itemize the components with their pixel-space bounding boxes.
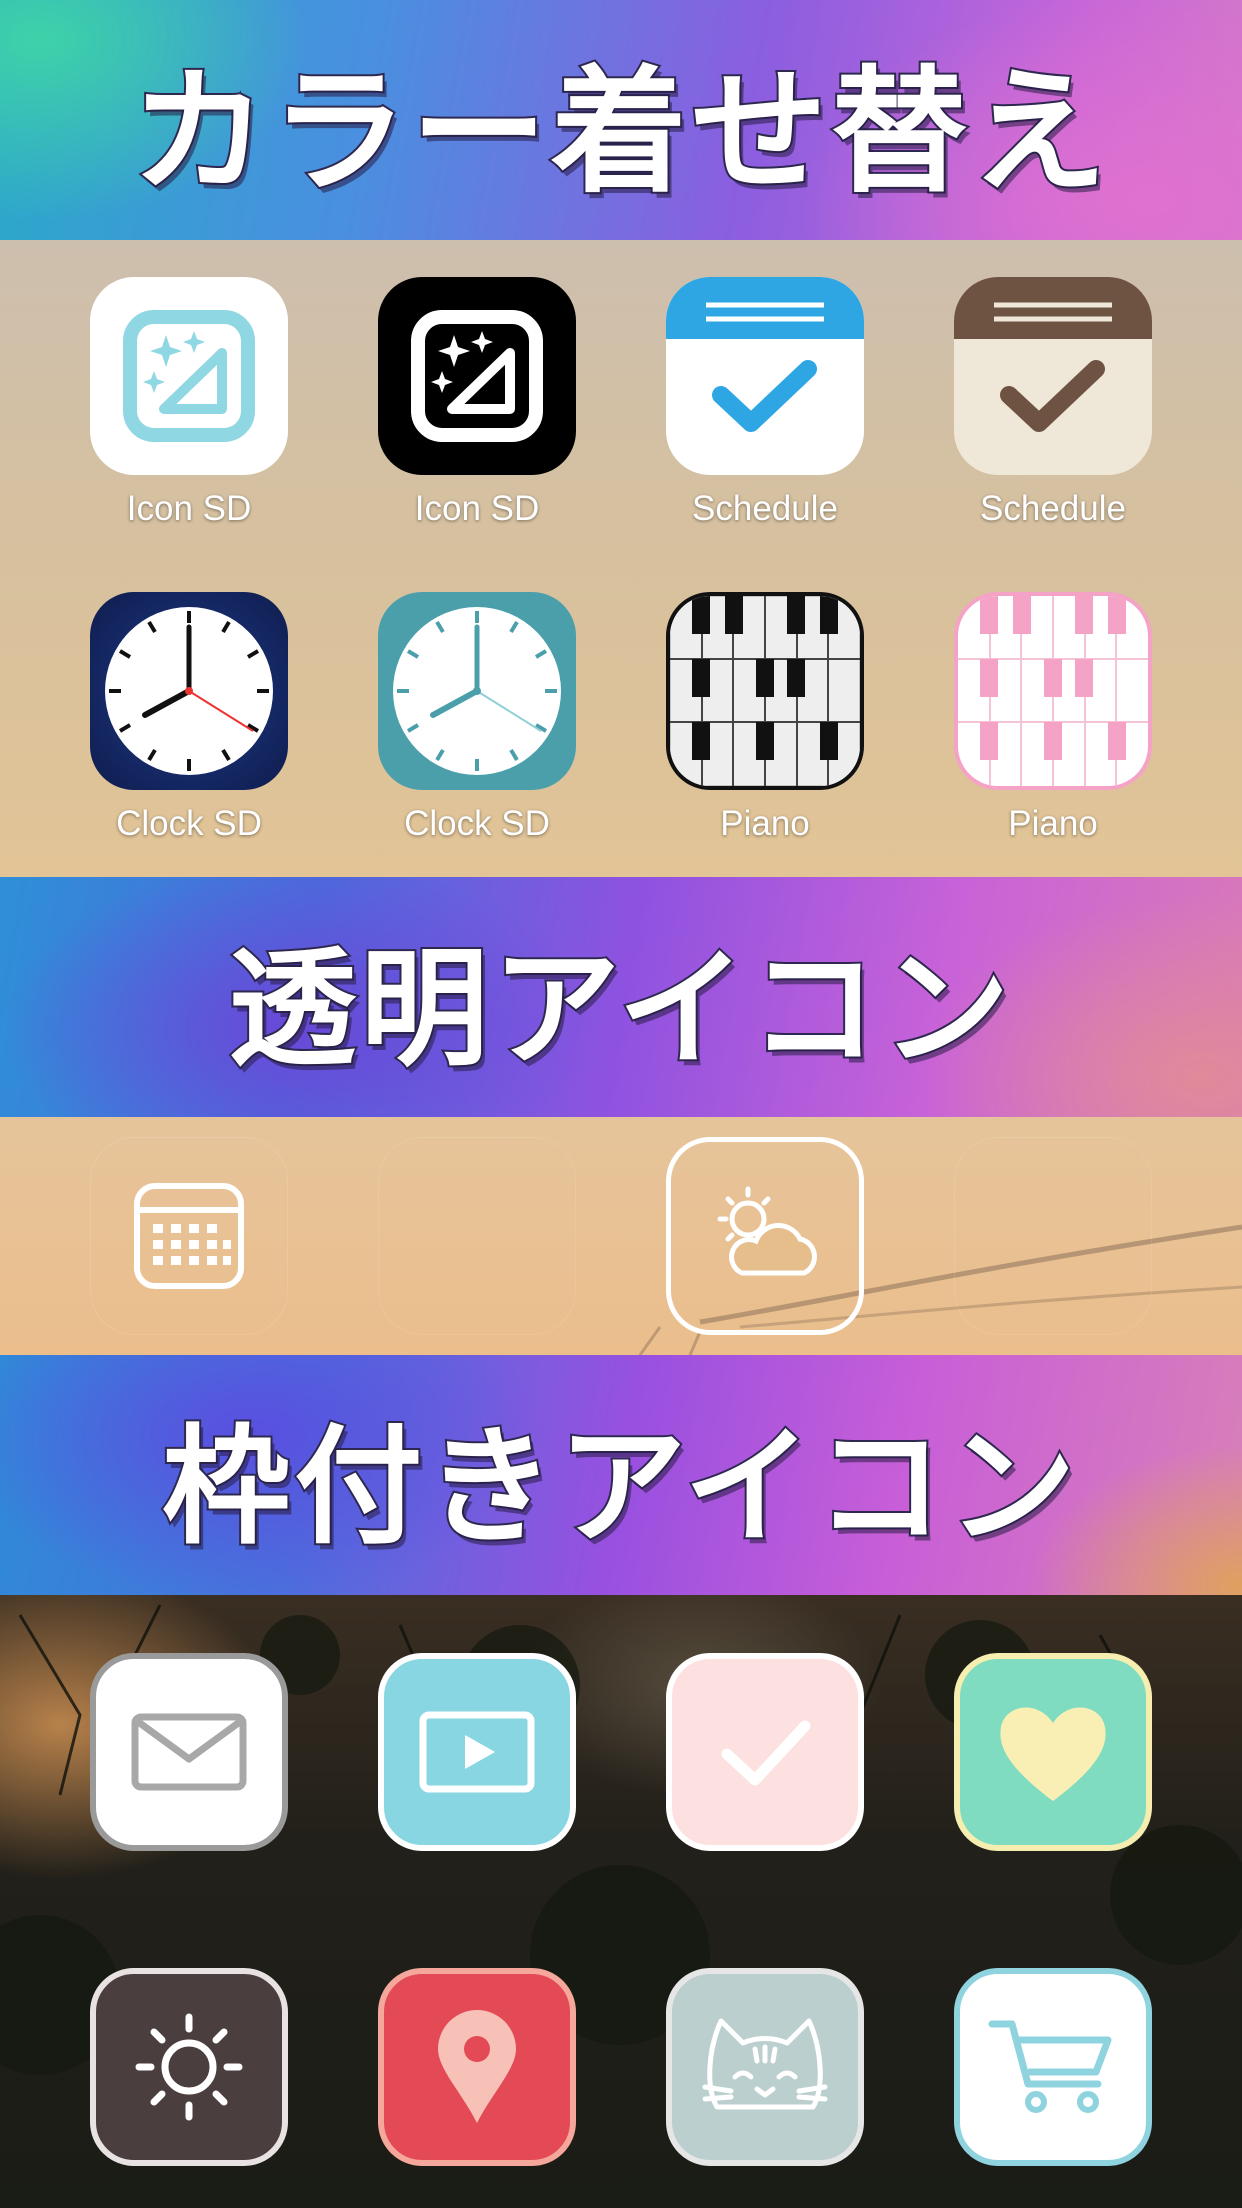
blank-icon: [378, 1137, 576, 1335]
mail-icon: [90, 1653, 288, 1851]
color-theme-title: カラー着せ替え: [129, 52, 1111, 214]
piano-pink-icon: [954, 592, 1152, 790]
calendar-icon: [90, 1137, 288, 1335]
icon-sd-dark-icon: [378, 277, 576, 475]
app-transparent-weather[interactable]: [666, 1137, 864, 1335]
framed-icons-banner: 枠付きアイコン: [0, 1355, 1242, 1595]
app-icon-sd-light[interactable]: Icon SD: [90, 277, 288, 529]
app-framed-heart[interactable]: [954, 1653, 1152, 1851]
transparent-icons-row: [0, 1117, 1242, 1355]
app-framed-cart[interactable]: [954, 1968, 1152, 2166]
piano-black-icon: [666, 592, 864, 790]
cart-icon: [954, 1968, 1152, 2166]
app-label: Piano: [1008, 804, 1098, 843]
app-framed-settings[interactable]: [90, 1968, 288, 2166]
app-clock-teal[interactable]: Clock SD: [378, 592, 576, 844]
schedule-brown-icon: [954, 277, 1152, 475]
transparent-icons-banner: 透明アイコン: [0, 877, 1242, 1117]
app-framed-check[interactable]: [666, 1653, 864, 1851]
clock-teal-icon: [378, 592, 576, 790]
app-schedule-brown[interactable]: Schedule: [954, 277, 1152, 529]
app-transparent-blank-2[interactable]: [954, 1137, 1152, 1335]
app-icon-sd-dark[interactable]: Icon SD: [378, 277, 576, 529]
settings-sun-icon: [90, 1968, 288, 2166]
app-piano-pink[interactable]: Piano: [954, 592, 1152, 844]
app-schedule-blue[interactable]: Schedule: [666, 277, 864, 529]
app-framed-mail[interactable]: [90, 1653, 288, 1851]
check-icon: [666, 1653, 864, 1851]
cat-icon: [666, 1968, 864, 2166]
weather-icon: [666, 1137, 864, 1335]
app-label: Schedule: [692, 489, 838, 528]
framed-icons-title: 枠付きアイコン: [160, 1411, 1080, 1564]
app-label: Clock SD: [116, 804, 262, 843]
app-label: Icon SD: [126, 489, 252, 528]
clock-navy-icon: [90, 592, 288, 790]
app-label: Schedule: [980, 489, 1126, 528]
color-theme-banner: カラー着せ替え: [0, 0, 1242, 240]
app-transparent-calendar[interactable]: [90, 1137, 288, 1335]
app-label: Clock SD: [404, 804, 550, 843]
app-clock-navy[interactable]: Clock SD: [90, 592, 288, 844]
map-pin-icon: [378, 1968, 576, 2166]
blank-icon: [954, 1137, 1152, 1335]
app-framed-cat[interactable]: [666, 1968, 864, 2166]
transparent-icons-title: 透明アイコン: [226, 933, 1014, 1086]
icon-sd-light-icon: [90, 277, 288, 475]
schedule-blue-icon: [666, 277, 864, 475]
app-piano-black[interactable]: Piano: [666, 592, 864, 844]
app-framed-video[interactable]: [378, 1653, 576, 1851]
app-transparent-blank[interactable]: [378, 1137, 576, 1335]
app-label: Icon SD: [414, 489, 540, 528]
app-label: Piano: [720, 804, 810, 843]
color-theme-grid: Icon SD Icon SD Schedule Schedule Clock …: [0, 240, 1242, 877]
heart-icon: [954, 1653, 1152, 1851]
video-icon: [378, 1653, 576, 1851]
framed-icons-grid: [0, 1595, 1242, 2208]
app-framed-map[interactable]: [378, 1968, 576, 2166]
